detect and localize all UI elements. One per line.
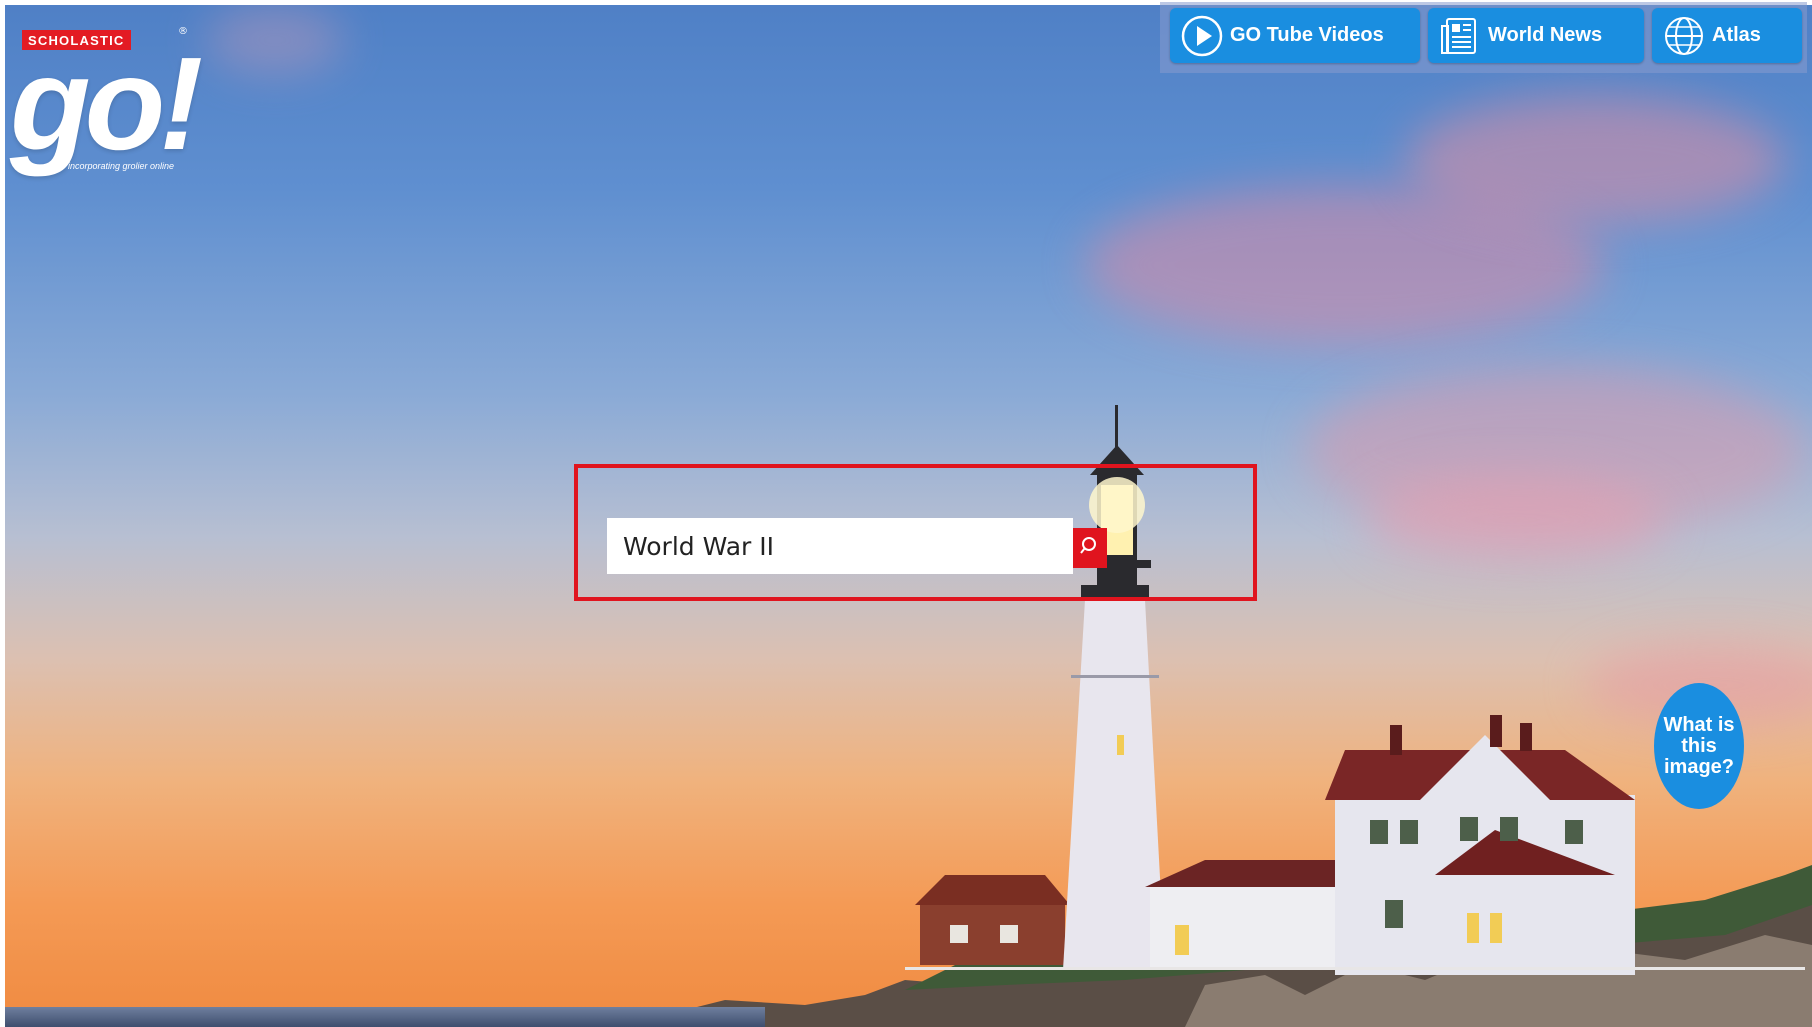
top-nav: GO Tube Videos World News Atlas [1160,2,1807,73]
nav-label: GO Tube Videos [1230,24,1384,46]
search-bar [607,518,1107,574]
scholastic-go-logo[interactable]: SCHOLASTIC go! ® incorporating grolier o… [8,20,203,185]
nav-label: World News [1488,24,1603,46]
search-icon [1080,536,1100,560]
search-button[interactable] [1073,528,1107,568]
sea [5,1007,765,1027]
logo-wordmark: go! [10,30,203,177]
what-is-this-image-label: What is this image? [1663,713,1735,778]
logo-tagline: incorporating grolier online [68,161,175,171]
search-input[interactable] [607,518,1073,574]
newspaper-icon [1438,14,1482,58]
nav-world-news[interactable]: World News [1428,8,1644,63]
nav-label: Atlas [1712,24,1761,46]
globe-icon [1662,14,1706,58]
logo-registered-mark: ® [178,26,188,37]
play-icon [1180,14,1224,58]
nav-go-tube-videos[interactable]: GO Tube Videos [1170,8,1420,63]
nav-atlas[interactable]: Atlas [1652,8,1802,63]
what-is-this-image-button[interactable]: What is this image? [1654,683,1744,809]
